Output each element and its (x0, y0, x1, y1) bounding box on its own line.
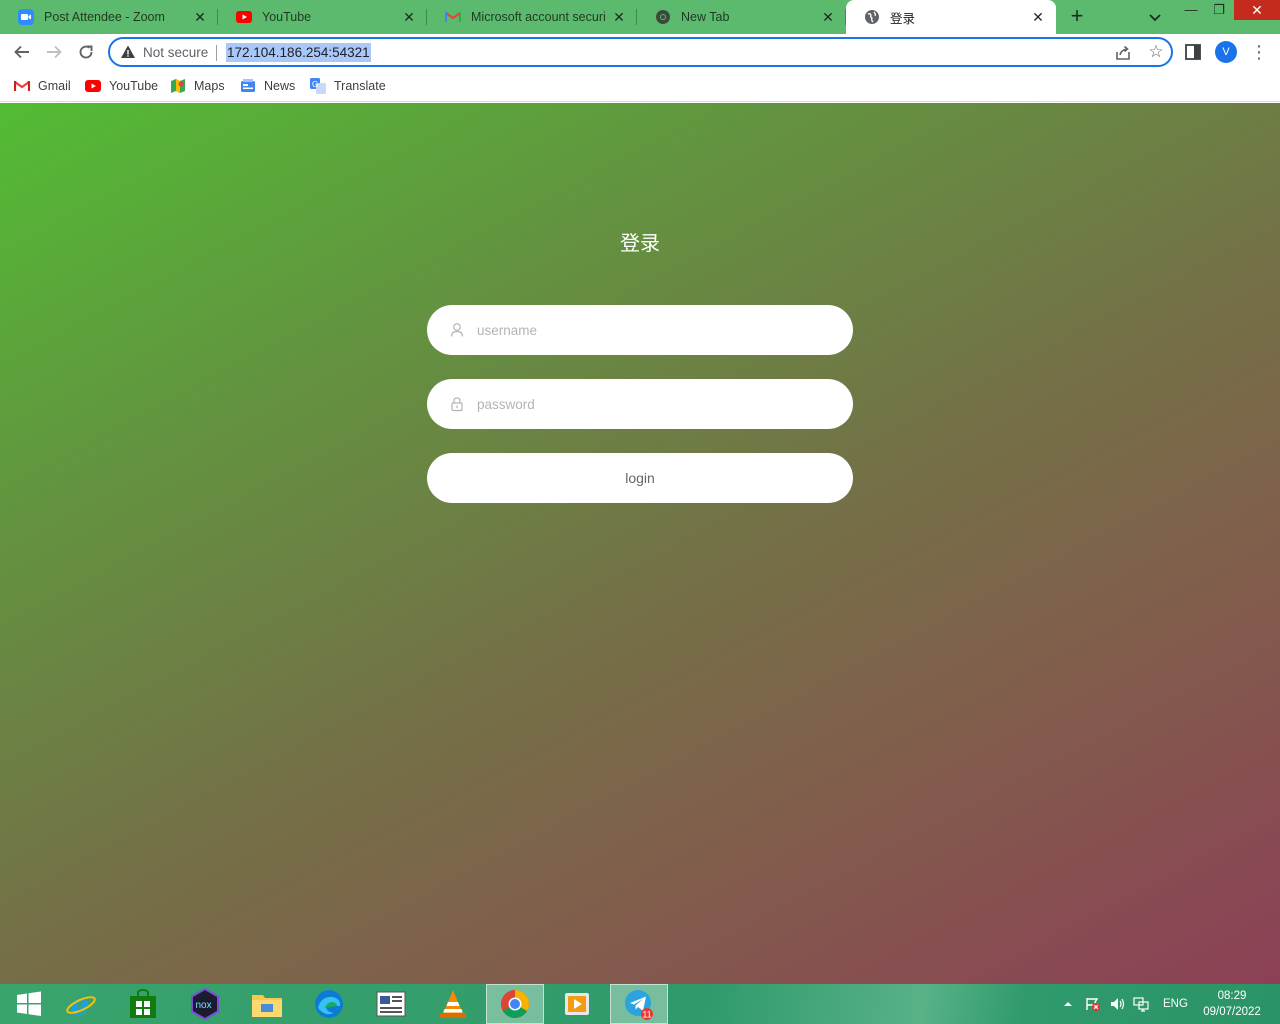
back-button[interactable] (8, 38, 36, 66)
youtube-icon (236, 9, 252, 25)
svg-text:nox: nox (196, 1000, 212, 1011)
bookmark-youtube[interactable]: YouTube (85, 76, 158, 96)
password-field[interactable] (427, 379, 853, 429)
tab-new-tab[interactable]: New Tab ✕ (637, 0, 846, 34)
clock-time: 08:29 (1217, 990, 1247, 1002)
telegram-icon[interactable]: 11 (610, 984, 668, 1024)
share-icon[interactable] (1113, 43, 1133, 63)
reload-button[interactable] (72, 38, 100, 66)
password-input[interactable] (477, 379, 837, 429)
gmail-icon (445, 9, 461, 25)
chevron-down-icon (1149, 14, 1161, 22)
bookmark-label: YouTube (109, 79, 159, 93)
lock-icon (449, 396, 465, 412)
action-center-icon[interactable] (1085, 984, 1101, 1024)
tab-search-button[interactable] (1144, 6, 1166, 28)
window-close-button[interactable]: ✕ (1234, 0, 1280, 20)
login-page: 登录 login (0, 103, 1280, 984)
show-hidden-icons[interactable] (1062, 984, 1074, 1024)
translate-icon: G (310, 78, 326, 94)
telegram-badge: 11 (642, 1010, 651, 1020)
nox-icon[interactable]: nox (176, 984, 234, 1024)
svg-text:G: G (312, 80, 318, 89)
menu-icon[interactable]: ⋮ (1250, 42, 1268, 62)
side-panel-icon (1185, 44, 1201, 60)
close-tab-icon[interactable]: ✕ (611, 9, 627, 25)
minimize-button[interactable]: — (1176, 0, 1206, 22)
store-icon[interactable] (114, 984, 172, 1024)
tab-title: Microsoft account security (471, 10, 605, 24)
bookmark-gmail[interactable]: Gmail (14, 76, 71, 96)
user-icon (449, 322, 465, 338)
news-app-icon[interactable] (362, 984, 420, 1024)
bookmark-label: Maps (194, 79, 225, 93)
warning-icon[interactable] (120, 44, 136, 60)
bookmark-label: Gmail (38, 79, 71, 93)
arrow-right-icon (47, 45, 62, 59)
maps-icon (170, 78, 186, 94)
youtube-icon (85, 78, 101, 94)
new-tab-button[interactable]: + (1064, 4, 1090, 30)
profile-avatar[interactable]: V (1215, 41, 1237, 63)
file-explorer-icon[interactable] (238, 984, 296, 1024)
media-player-icon[interactable] (548, 984, 606, 1024)
tab-title: YouTube (262, 10, 312, 24)
tab-title: 登录 (890, 11, 916, 26)
username-field[interactable] (427, 305, 853, 355)
bookmark-label: News (264, 79, 296, 93)
windows-taskbar: e nox 11 ENG 08:29 09/07/2022 (0, 984, 1280, 1024)
internet-explorer-icon[interactable]: e (52, 984, 110, 1024)
bookmarks-bar: Gmail YouTube Maps News G Translate (0, 70, 1280, 102)
side-panel-button[interactable] (1184, 43, 1202, 61)
arrow-left-icon (14, 45, 29, 59)
tab-strip: Post Attendee - Zoom ✕ YouTube ✕ Microso… (0, 0, 1280, 34)
forward-button[interactable] (40, 38, 68, 66)
url-text[interactable]: 172.104.186.254:54321 (226, 43, 371, 62)
windows-start-icon[interactable] (0, 984, 58, 1024)
chrome-icon[interactable] (486, 984, 544, 1024)
network-icon[interactable] (1133, 984, 1149, 1024)
tab-login[interactable]: 登录 ✕ (846, 0, 1056, 34)
tab-youtube[interactable]: YouTube ✕ (218, 0, 427, 34)
taskbar-clock[interactable]: 08:29 09/07/2022 (1196, 988, 1268, 1020)
tab-title: Post Attendee - Zoom (44, 10, 165, 24)
restore-button[interactable]: ❐ (1204, 0, 1234, 22)
username-input[interactable] (477, 305, 837, 355)
tab-microsoft-security[interactable]: Microsoft account security ✕ (427, 0, 637, 34)
address-divider (216, 45, 217, 61)
chevron-up-icon (1064, 1002, 1072, 1006)
bookmark-label: Translate (334, 79, 386, 93)
gmail-icon (14, 78, 30, 94)
browser-toolbar: Not secure 172.104.186.254:54321 ☆ V ⋮ (0, 34, 1280, 70)
tab-zoom[interactable]: Post Attendee - Zoom ✕ (0, 0, 218, 34)
security-status[interactable]: Not secure (143, 45, 208, 60)
bookmark-maps[interactable]: Maps (170, 76, 225, 96)
close-tab-icon[interactable]: ✕ (1030, 9, 1046, 25)
close-tab-icon[interactable]: ✕ (401, 9, 417, 25)
close-tab-icon[interactable]: ✕ (820, 9, 836, 25)
input-language[interactable]: ENG (1163, 984, 1188, 1024)
close-tab-icon[interactable]: ✕ (192, 9, 208, 25)
login-button[interactable]: login (427, 453, 853, 503)
news-icon (240, 78, 256, 94)
volume-icon[interactable] (1109, 984, 1125, 1024)
globe-icon (864, 9, 880, 25)
bookmark-news[interactable]: News (240, 76, 295, 96)
edge-icon[interactable] (300, 984, 358, 1024)
chrome-icon (655, 9, 671, 25)
clock-date: 09/07/2022 (1203, 1006, 1261, 1018)
page-title: 登录 (620, 233, 660, 255)
vlc-icon[interactable] (424, 984, 482, 1024)
reload-icon (79, 45, 93, 59)
address-bar[interactable]: Not secure 172.104.186.254:54321 ☆ (108, 37, 1173, 67)
bookmark-translate[interactable]: G Translate (310, 76, 386, 96)
zoom-icon (18, 9, 34, 25)
tab-title: New Tab (681, 10, 730, 24)
bookmark-star-icon[interactable]: ☆ (1146, 42, 1166, 62)
